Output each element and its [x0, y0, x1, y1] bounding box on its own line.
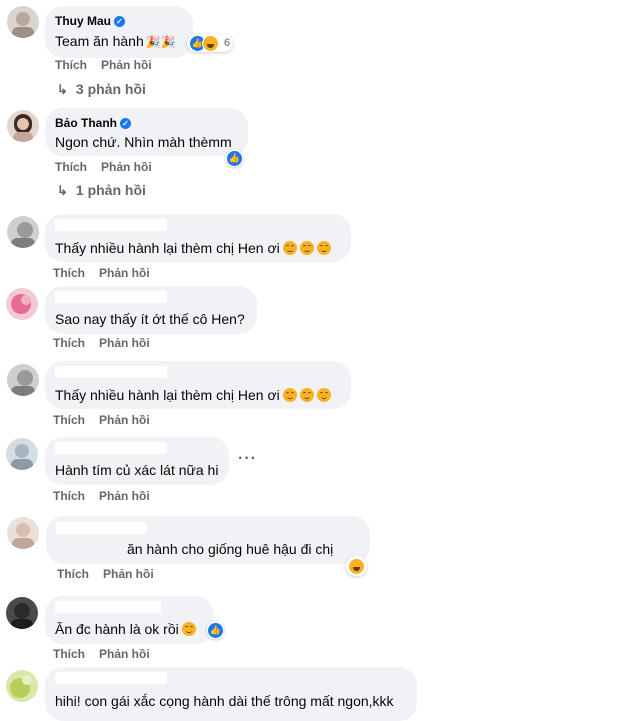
redacted-author	[55, 219, 167, 231]
avatar-image	[12, 12, 34, 38]
redacted-author	[55, 442, 167, 454]
party-popper-icon: 🎉🎉	[145, 35, 176, 49]
reaction-summary[interactable]: 👍	[207, 621, 224, 639]
reply-button[interactable]: Phản hồi	[99, 413, 150, 427]
avatar-image	[11, 222, 35, 248]
comment-author[interactable]: Thuy Mau ✓	[55, 14, 125, 28]
redacted-author	[55, 291, 167, 303]
like-button[interactable]: Thích	[55, 160, 87, 174]
reply-button[interactable]: Phản hồi	[99, 266, 150, 280]
reaction-summary[interactable]	[346, 556, 367, 576]
comment-text: Ăn đc hành là ok rồi	[55, 621, 196, 637]
smiling-face-icon	[282, 388, 297, 402]
smiling-face-icon	[282, 241, 297, 255]
like-button[interactable]: Thích	[53, 336, 85, 350]
reaction-count: 6	[224, 37, 231, 49]
avatar-image	[12, 523, 34, 549]
reply-arrow-icon: ↳	[57, 82, 68, 97]
view-replies-link[interactable]: ↳ 1 phản hồi	[57, 182, 146, 199]
comment-text: Hành tím củ xác lát nữa hi	[55, 462, 219, 478]
comment-actions: Thích Phản hồi	[53, 336, 164, 350]
reaction-summary[interactable]: 👍	[226, 149, 243, 167]
comment-actions: Thích Phản hồi	[55, 160, 166, 174]
reaction-summary[interactable]: 👍 6	[187, 34, 234, 52]
avatar[interactable]	[7, 110, 39, 142]
comment-text: Thấy nhiều hành lại thèm chị Hen ơi	[55, 387, 331, 403]
avatar[interactable]	[6, 438, 38, 470]
like-reaction-icon: 👍	[227, 150, 242, 166]
comment-text: Sao nay thấy ít ớt thế cô Hen?	[55, 311, 245, 327]
smiling-face-icon	[299, 241, 314, 255]
haha-reaction-icon	[348, 557, 365, 575]
view-replies-link[interactable]: ↳ 3 phản hồi	[57, 81, 146, 98]
avatar[interactable]	[7, 517, 39, 549]
avatar[interactable]	[6, 288, 38, 320]
redacted-author	[55, 672, 167, 684]
redacted-author	[56, 522, 146, 534]
avatar[interactable]	[6, 670, 38, 702]
comment-actions: Thích Phản hồi	[53, 413, 164, 427]
avatar-image	[11, 294, 31, 314]
like-button[interactable]: Thích	[53, 647, 85, 661]
redacted-author	[55, 366, 167, 378]
like-button[interactable]: Thích	[53, 413, 85, 427]
more-options-icon[interactable]: ···	[238, 450, 257, 468]
reply-button[interactable]: Phản hồi	[103, 567, 154, 581]
comment-text: hihi! con gái xắc cọng hành dài thế trôn…	[55, 693, 394, 709]
verified-icon: ✓	[120, 118, 131, 129]
like-button[interactable]: Thích	[55, 58, 87, 72]
avatar-image	[13, 114, 33, 142]
avatar-image	[11, 603, 33, 629]
comment-actions: Thích Phản hồi	[53, 647, 164, 661]
avatar-image	[11, 444, 33, 470]
comment-actions: Thích Phản hồi	[53, 489, 164, 503]
avatar[interactable]	[7, 216, 39, 248]
comment-actions: Thích Phản hồi	[55, 58, 166, 72]
like-button[interactable]: Thích	[53, 266, 85, 280]
smiling-face-icon	[316, 241, 331, 255]
comment-actions: Thích Phản hồi	[57, 567, 168, 581]
verified-icon: ✓	[114, 16, 125, 27]
comment-author[interactable]: Bảo Thanh ✓	[55, 116, 131, 130]
reply-button[interactable]: Phản hồi	[101, 160, 152, 174]
comment-actions: Thích Phản hồi	[53, 266, 164, 280]
comment-text: Team ăn hành 🎉🎉	[55, 33, 176, 49]
like-button[interactable]: Thích	[53, 489, 85, 503]
comment-text: Thấy nhiều hành lại thèm chị Hen ơi	[55, 240, 331, 256]
smiling-face-icon	[299, 388, 314, 402]
laughing-face-icon	[181, 622, 196, 636]
comment-text: Ngon chứ. Nhìn màh thèmm	[55, 134, 232, 150]
like-button[interactable]: Thích	[57, 567, 89, 581]
avatar[interactable]	[7, 6, 39, 38]
smiling-face-icon	[316, 388, 331, 402]
like-reaction-icon: 👍	[208, 622, 223, 638]
redacted-author	[55, 601, 161, 613]
reply-button[interactable]: Phản hồi	[99, 647, 150, 661]
comment-text: ăn hành cho giống huê hậu đi chị	[127, 541, 334, 557]
reply-button[interactable]: Phản hồi	[99, 489, 150, 503]
haha-reaction-icon	[202, 34, 219, 52]
avatar-image	[10, 675, 32, 698]
avatar[interactable]	[7, 364, 39, 396]
reply-button[interactable]: Phản hồi	[101, 58, 152, 72]
reply-arrow-icon: ↳	[57, 183, 68, 198]
reply-button[interactable]: Phản hồi	[99, 336, 150, 350]
avatar-image	[11, 370, 35, 396]
avatar[interactable]	[6, 597, 38, 629]
